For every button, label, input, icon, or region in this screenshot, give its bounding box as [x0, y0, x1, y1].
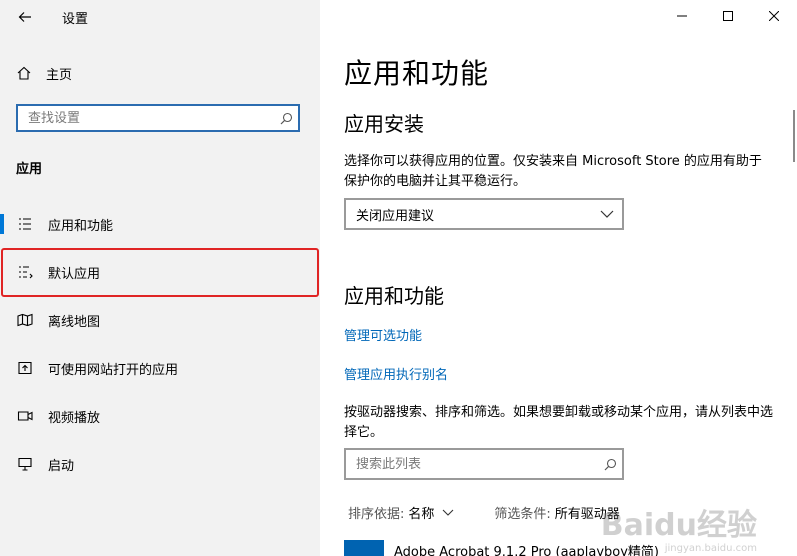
back-arrow-icon: [18, 12, 31, 22]
filter-dropdown[interactable]: 所有驱动器: [555, 503, 620, 522]
sidebar-item-label: 启动: [48, 458, 75, 474]
app-name: Adobe Acrobat 9.1.2 Pro (aaplayboy精简): [394, 544, 659, 556]
home-link[interactable]: 主页: [16, 62, 72, 84]
settings-search-input[interactable]: [18, 110, 274, 126]
default-apps-icon: [15, 262, 35, 282]
section-label-apps: 应用: [16, 162, 43, 177]
sidebar-item-label: 可使用网站打开的应用: [48, 362, 179, 378]
close-button[interactable]: [751, 0, 797, 32]
sidebar-item-default-apps[interactable]: 默认应用: [0, 249, 320, 295]
search-description: 按驱动器搜索、排序和筛选。如果想要卸载或移动某个应用，请从列表中选择它。: [344, 405, 774, 440]
app-list-search-box[interactable]: [344, 448, 624, 480]
settings-search-box[interactable]: [16, 104, 300, 132]
main-content: 应用和功能 应用安装 选择你可以获得应用的位置。仅安装来自 Microsoft …: [320, 0, 797, 556]
video-icon: [15, 406, 35, 426]
list-item[interactable]: Adobe Acrobat 9.1.2 Pro (aaplayboy精简): [344, 540, 659, 556]
search-icon[interactable]: [598, 458, 622, 471]
filter-label: 筛选条件:: [494, 507, 551, 522]
app-install-dropdown[interactable]: 关闭应用建议: [344, 198, 624, 230]
dropdown-value: 关闭应用建议: [356, 208, 435, 224]
manage-optional-features-link[interactable]: 管理可选功能: [344, 325, 422, 344]
maximize-icon: [723, 11, 733, 21]
minimize-button[interactable]: [659, 0, 705, 32]
sort-dropdown[interactable]: 名称: [408, 503, 434, 522]
home-icon: [17, 66, 31, 80]
page-title: 应用和功能: [344, 57, 490, 90]
startup-icon: [15, 454, 35, 474]
apps-list-icon: [15, 214, 35, 234]
sidebar-item-apps-features[interactable]: 应用和功能: [0, 201, 320, 247]
sidebar-item-label: 应用和功能: [48, 218, 114, 234]
chevron-down-icon[interactable]: [442, 509, 454, 516]
install-description: 选择你可以获得应用的位置。仅安装来自 Microsoft Store 的应用有助…: [344, 154, 762, 189]
minimize-icon: [677, 15, 687, 17]
sidebar: 设置 主页 应用 应用和功能 默认应用: [0, 0, 320, 556]
scrollbar[interactable]: [793, 110, 795, 162]
close-icon: [769, 11, 779, 21]
sort-filter-row: 排序依据: 名称 筛选条件: 所有驱动器: [348, 503, 620, 522]
web-apps-icon: [15, 358, 35, 378]
search-icon[interactable]: [274, 112, 298, 125]
sidebar-item-web-apps[interactable]: 可使用网站打开的应用: [0, 345, 320, 391]
manage-app-aliases-link[interactable]: 管理应用执行别名: [344, 364, 448, 383]
sidebar-item-offline-maps[interactable]: 离线地图: [0, 297, 320, 343]
sidebar-item-startup[interactable]: 启动: [0, 441, 320, 487]
apps-features-heading: 应用和功能: [344, 284, 444, 308]
sidebar-item-video-playback[interactable]: 视频播放: [0, 393, 320, 439]
sidebar-item-label: 默认应用: [48, 266, 101, 282]
install-heading: 应用安装: [344, 112, 424, 136]
chevron-down-icon: [600, 210, 614, 218]
maximize-button[interactable]: [705, 0, 751, 32]
map-icon: [15, 310, 35, 330]
sidebar-item-label: 离线地图: [48, 314, 101, 330]
app-list-search-input[interactable]: [346, 456, 598, 472]
app-icon: [344, 540, 384, 556]
back-button[interactable]: [10, 3, 40, 31]
home-label: 主页: [46, 67, 73, 83]
window-controls: [659, 0, 797, 32]
sort-label: 排序依据:: [348, 507, 405, 522]
sidebar-item-label: 视频播放: [48, 410, 101, 426]
window-title: 设置: [62, 12, 89, 27]
